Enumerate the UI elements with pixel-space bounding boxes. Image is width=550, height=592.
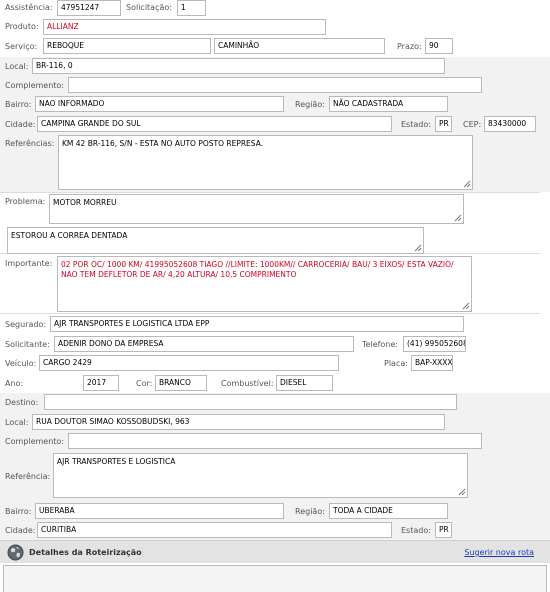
local-label: Local: [5,62,29,71]
segurado-label: Segurado: [5,320,47,329]
resize-grip-icon[interactable] [454,214,462,222]
segurado-field[interactable]: AJR TRANSPORTES E LOGISTICA LTDA EPP [50,316,464,332]
placa-label: Placa: [384,359,408,368]
dest-bairro-field[interactable]: UBERABA [35,503,284,519]
resize-grip-icon[interactable] [463,180,471,188]
bairro-label: Bairro: [5,100,32,109]
dest-local-field[interactable]: RUA DOUTOR SIMAO KOSSOBUDSKI, 963 [32,414,445,430]
combustivel-label: Combustível: [221,379,274,388]
dest-complemento-field[interactable] [68,433,482,449]
divider [0,313,540,314]
ano-field[interactable]: 2017 [83,375,119,391]
referencias-label: Referências: [5,139,55,148]
divider [0,192,540,193]
servico-label: Serviço: [5,42,38,51]
dest-regiao-label: Região: [295,507,325,516]
solicitante-field[interactable]: ADENIR DONO DA EMPRESA [54,336,354,352]
assistencia-field[interactable]: 47951247 [57,0,121,16]
solicitante-label: Solicitante: [5,340,50,349]
cep-field[interactable]: 83430000 [484,116,536,132]
cor-label: Cor: [136,379,153,388]
placa-field[interactable]: BAP-XXXX [411,355,453,371]
telefone-field[interactable]: (41) 995052608 [403,336,466,352]
produto-field[interactable]: ALLIANZ [43,19,326,35]
prazo-label: Prazo: [397,42,422,51]
prazo-field[interactable]: 90 [425,38,453,54]
ano-label: Ano: [5,379,24,388]
regiao-label: Região: [295,100,325,109]
veiculo-label: Veículo: [5,359,37,368]
veiculo-field[interactable]: CARGO 2429 [39,355,339,371]
servico-type-field[interactable]: CAMINHÃO [214,38,385,54]
sugerir-nova-rota-link[interactable]: Sugerir nova rota [464,548,534,557]
dest-bairro-label: Bairro: [5,507,32,516]
destino-field[interactable] [44,394,457,410]
produto-label: Produto: [5,22,39,31]
resize-grip-icon[interactable] [414,244,422,252]
cep-label: CEP: [463,120,482,129]
solicitacao-label: Solicitação: [126,3,172,12]
assistencia-label: Assistência: [5,3,53,12]
cidade-label: Cidade: [5,120,36,129]
dest-estado-label: Estado: [401,526,431,535]
complemento-label: Complemento: [5,81,65,90]
dest-complemento-label: Complemento: [5,437,65,446]
roteirizacao-title: Detalhes da Roteirização [29,548,142,557]
resize-grip-icon[interactable] [458,488,466,496]
dest-cidade-label: Cidade: [5,526,36,535]
dest-estado-field[interactable]: PR [435,522,452,538]
combustivel-field[interactable]: DIESEL [276,375,333,391]
importante-label: Importante: [5,259,53,268]
servico-field[interactable]: REBOQUE [43,38,211,54]
regiao-field[interactable]: NÃO CADASTRADA [329,96,448,112]
roteirizacao-header: Detalhes da Roteirização Sugerir nova ro… [0,540,550,563]
complemento-field[interactable] [68,77,482,93]
globe-icon [7,544,24,561]
problema-label: Problema: [5,197,46,206]
dest-referencia-textarea[interactable]: AJR TRANSPORTES E LOGISTICA [53,453,468,498]
cidade-field[interactable]: CAMPINA GRANDE DO SUL [37,116,392,132]
estado-label: Estado: [401,120,431,129]
referencias-textarea[interactable]: KM 42 BR-116, S/N - ESTA NO AUTO POSTO R… [58,135,473,190]
resize-grip-icon[interactable] [462,302,470,310]
route-map-panel[interactable] [3,565,547,592]
importante-textarea[interactable]: 02 POR OC/ 1000 KM/ 41995052608 TIAGO //… [57,256,472,312]
local-field[interactable]: BR-116, 0 [32,58,445,74]
problema-textarea[interactable]: MOTOR MORREU [49,194,464,224]
telefone-label: Telefone: [362,340,398,349]
solicitacao-field[interactable]: 1 [177,0,206,16]
dest-regiao-field[interactable]: TODA A CIDADE [329,503,448,519]
cor-field[interactable]: BRANCO [155,375,207,391]
destino-label: Destino: [5,398,39,407]
dest-cidade-field[interactable]: CURITIBA [37,522,392,538]
dest-local-label: Local: [5,418,29,427]
estado-field[interactable]: PR [435,116,452,132]
bairro-field[interactable]: NAO INFORMADO [35,96,284,112]
problema-detail-textarea[interactable]: ESTOROU A CORREA DENTADA [7,227,424,254]
dest-referencia-label: Referência: [5,472,51,481]
